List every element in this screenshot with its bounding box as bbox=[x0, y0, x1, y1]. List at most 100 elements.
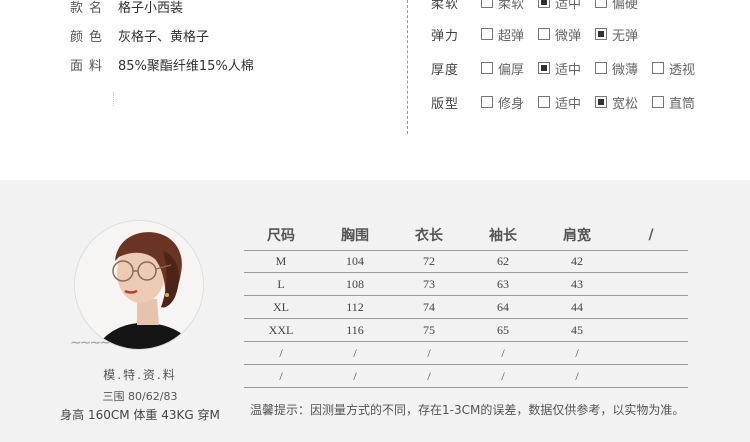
option-thick: 偏厚 bbox=[481, 59, 524, 78]
header-cell: 衣长 bbox=[415, 228, 443, 244]
checkbox bbox=[652, 96, 665, 108]
info-value: 灰格子、黄格子 bbox=[118, 29, 210, 45]
checkbox bbox=[481, 28, 493, 40]
attr-key: 弹力 bbox=[431, 28, 460, 44]
table-cell: 65 bbox=[497, 322, 509, 337]
checkbox bbox=[538, 28, 551, 40]
size-table: 尺码 胸围 衣长 袖长 肩宽 / M 104 72 62 42 L 108 73… bbox=[244, 220, 688, 388]
checkbox-checked bbox=[595, 96, 608, 108]
info-row-name: 款名 格子小西装 bbox=[70, 0, 183, 16]
table-cell: 74 bbox=[423, 299, 435, 314]
option-label: 适中 bbox=[555, 96, 582, 112]
table-cell: XL bbox=[273, 299, 289, 314]
size-section: ∼∼∼∼ 模.特.资.料 三围 80/62/83 身高 160CM 体重 43K… bbox=[0, 180, 750, 442]
table-cell: / bbox=[575, 368, 579, 383]
checkbox-checked bbox=[595, 28, 608, 40]
wave-decoration-icon: ∼∼∼∼ bbox=[70, 335, 111, 351]
checkbox bbox=[652, 62, 665, 74]
option-label: 微弹 bbox=[555, 28, 582, 44]
table-cell: 44 bbox=[571, 299, 583, 314]
option-no-stretch: 无弹 bbox=[595, 25, 638, 44]
option-label: 适中 bbox=[555, 0, 582, 12]
info-key: 款名 bbox=[70, 0, 109, 16]
table-cell: / bbox=[501, 345, 505, 360]
option-label: 柔软 bbox=[498, 0, 525, 12]
table-cell: / bbox=[501, 368, 505, 383]
option-slim: 修身 bbox=[481, 93, 524, 112]
table-cell: 64 bbox=[497, 299, 509, 314]
measurement-tip: 温馨提示：因测量方式的不同，存在1-3CM的误差，数据仅供参考，以实物为准。 bbox=[250, 403, 685, 417]
table-cell: / bbox=[279, 368, 283, 383]
table-cell: / bbox=[427, 368, 431, 383]
table-cell: / bbox=[427, 345, 431, 360]
table-cell: 116 bbox=[346, 322, 364, 337]
header-cell: 尺码 bbox=[267, 228, 295, 244]
info-row-color: 颜色 灰格子、黄格子 bbox=[70, 25, 209, 45]
checkbox-checked bbox=[538, 0, 551, 8]
header-cell: 袖长 bbox=[489, 228, 517, 244]
table-cell: 43 bbox=[571, 276, 583, 291]
table-cell: XXL bbox=[268, 322, 294, 337]
attr-key: 柔软 bbox=[431, 0, 460, 12]
table-cell: 62 bbox=[497, 254, 509, 268]
option-loose: 宽松 bbox=[595, 93, 638, 112]
info-row-fabric: 面料 85%聚酯纤维15%人棉 bbox=[70, 54, 254, 74]
table-row: XXL 116 75 65 45 bbox=[244, 319, 688, 342]
model-title: 模.特.资.料 bbox=[103, 368, 177, 382]
attr-row-fit: 版型 修身 适中 宽松 直筒 bbox=[431, 92, 709, 112]
table-cell: 72 bbox=[423, 254, 435, 268]
info-value: 85%聚酯纤维15%人棉 bbox=[118, 58, 254, 74]
model-measurements: 三围 80/62/83 bbox=[102, 390, 178, 403]
option-label: 超弹 bbox=[498, 28, 525, 44]
table-cell: / bbox=[353, 368, 357, 383]
divider bbox=[113, 92, 114, 106]
table-row: XL 112 74 64 44 bbox=[244, 296, 688, 319]
table-row: / / / / / bbox=[244, 365, 688, 388]
option-slight-stretch: 微弹 bbox=[538, 25, 581, 44]
table-cell: / bbox=[575, 345, 579, 360]
model-avatar bbox=[74, 220, 204, 350]
model-body-info: 身高 160CM 体重 43KG 穿M bbox=[60, 408, 220, 422]
option-label: 偏厚 bbox=[498, 62, 525, 78]
header-cell: 胸围 bbox=[341, 228, 369, 244]
option-medium: 适中 bbox=[538, 59, 581, 78]
table-cell: 63 bbox=[497, 276, 509, 291]
table-row: M 104 72 62 42 bbox=[244, 250, 688, 273]
option-label: 直筒 bbox=[669, 96, 696, 112]
size-table-header: 尺码 胸围 衣长 袖长 肩宽 / bbox=[244, 220, 688, 250]
dashed-divider bbox=[407, 0, 408, 134]
table-cell: 42 bbox=[571, 254, 583, 268]
option-hard: 偏硬 bbox=[595, 0, 638, 12]
checkbox bbox=[481, 96, 493, 108]
model-portrait-icon bbox=[75, 221, 203, 349]
product-info-section: 款名 格子小西装 颜色 灰格子、黄格子 面料 85%聚酯纤维15%人棉 柔软 柔… bbox=[0, 0, 750, 180]
checkbox bbox=[481, 62, 493, 74]
option-label: 透视 bbox=[669, 62, 696, 78]
info-key: 面料 bbox=[70, 58, 109, 74]
option-label: 偏硬 bbox=[612, 0, 639, 12]
option-label: 适中 bbox=[555, 62, 582, 78]
table-cell: 45 bbox=[571, 322, 583, 337]
checkbox bbox=[595, 62, 608, 74]
table-cell: 75 bbox=[423, 322, 435, 337]
option-sheer: 透视 bbox=[652, 59, 695, 78]
header-cell: / bbox=[648, 227, 654, 243]
checkbox bbox=[595, 0, 608, 8]
header-cell: 肩宽 bbox=[563, 228, 591, 244]
table-cell: 108 bbox=[346, 276, 364, 291]
info-key: 颜色 bbox=[70, 29, 109, 45]
option-straight: 直筒 bbox=[652, 93, 695, 112]
table-cell: M bbox=[275, 254, 287, 268]
option-label: 宽松 bbox=[612, 96, 639, 112]
attr-row-elasticity: 弹力 超弹 微弹 无弹 bbox=[431, 24, 652, 44]
option-super-stretch: 超弹 bbox=[481, 25, 524, 44]
table-row: L 108 73 63 43 bbox=[244, 273, 688, 296]
option-label: 修身 bbox=[498, 96, 525, 112]
attr-key: 版型 bbox=[431, 96, 460, 112]
option-soft: 柔软 bbox=[481, 0, 524, 12]
attr-row-softness: 柔软 柔软 适中 偏硬 bbox=[431, 0, 652, 12]
checkbox bbox=[481, 0, 493, 8]
attr-row-thickness: 厚度 偏厚 适中 微薄 透视 bbox=[431, 58, 709, 78]
option-label: 微薄 bbox=[612, 62, 639, 78]
table-cell: L bbox=[277, 276, 285, 291]
